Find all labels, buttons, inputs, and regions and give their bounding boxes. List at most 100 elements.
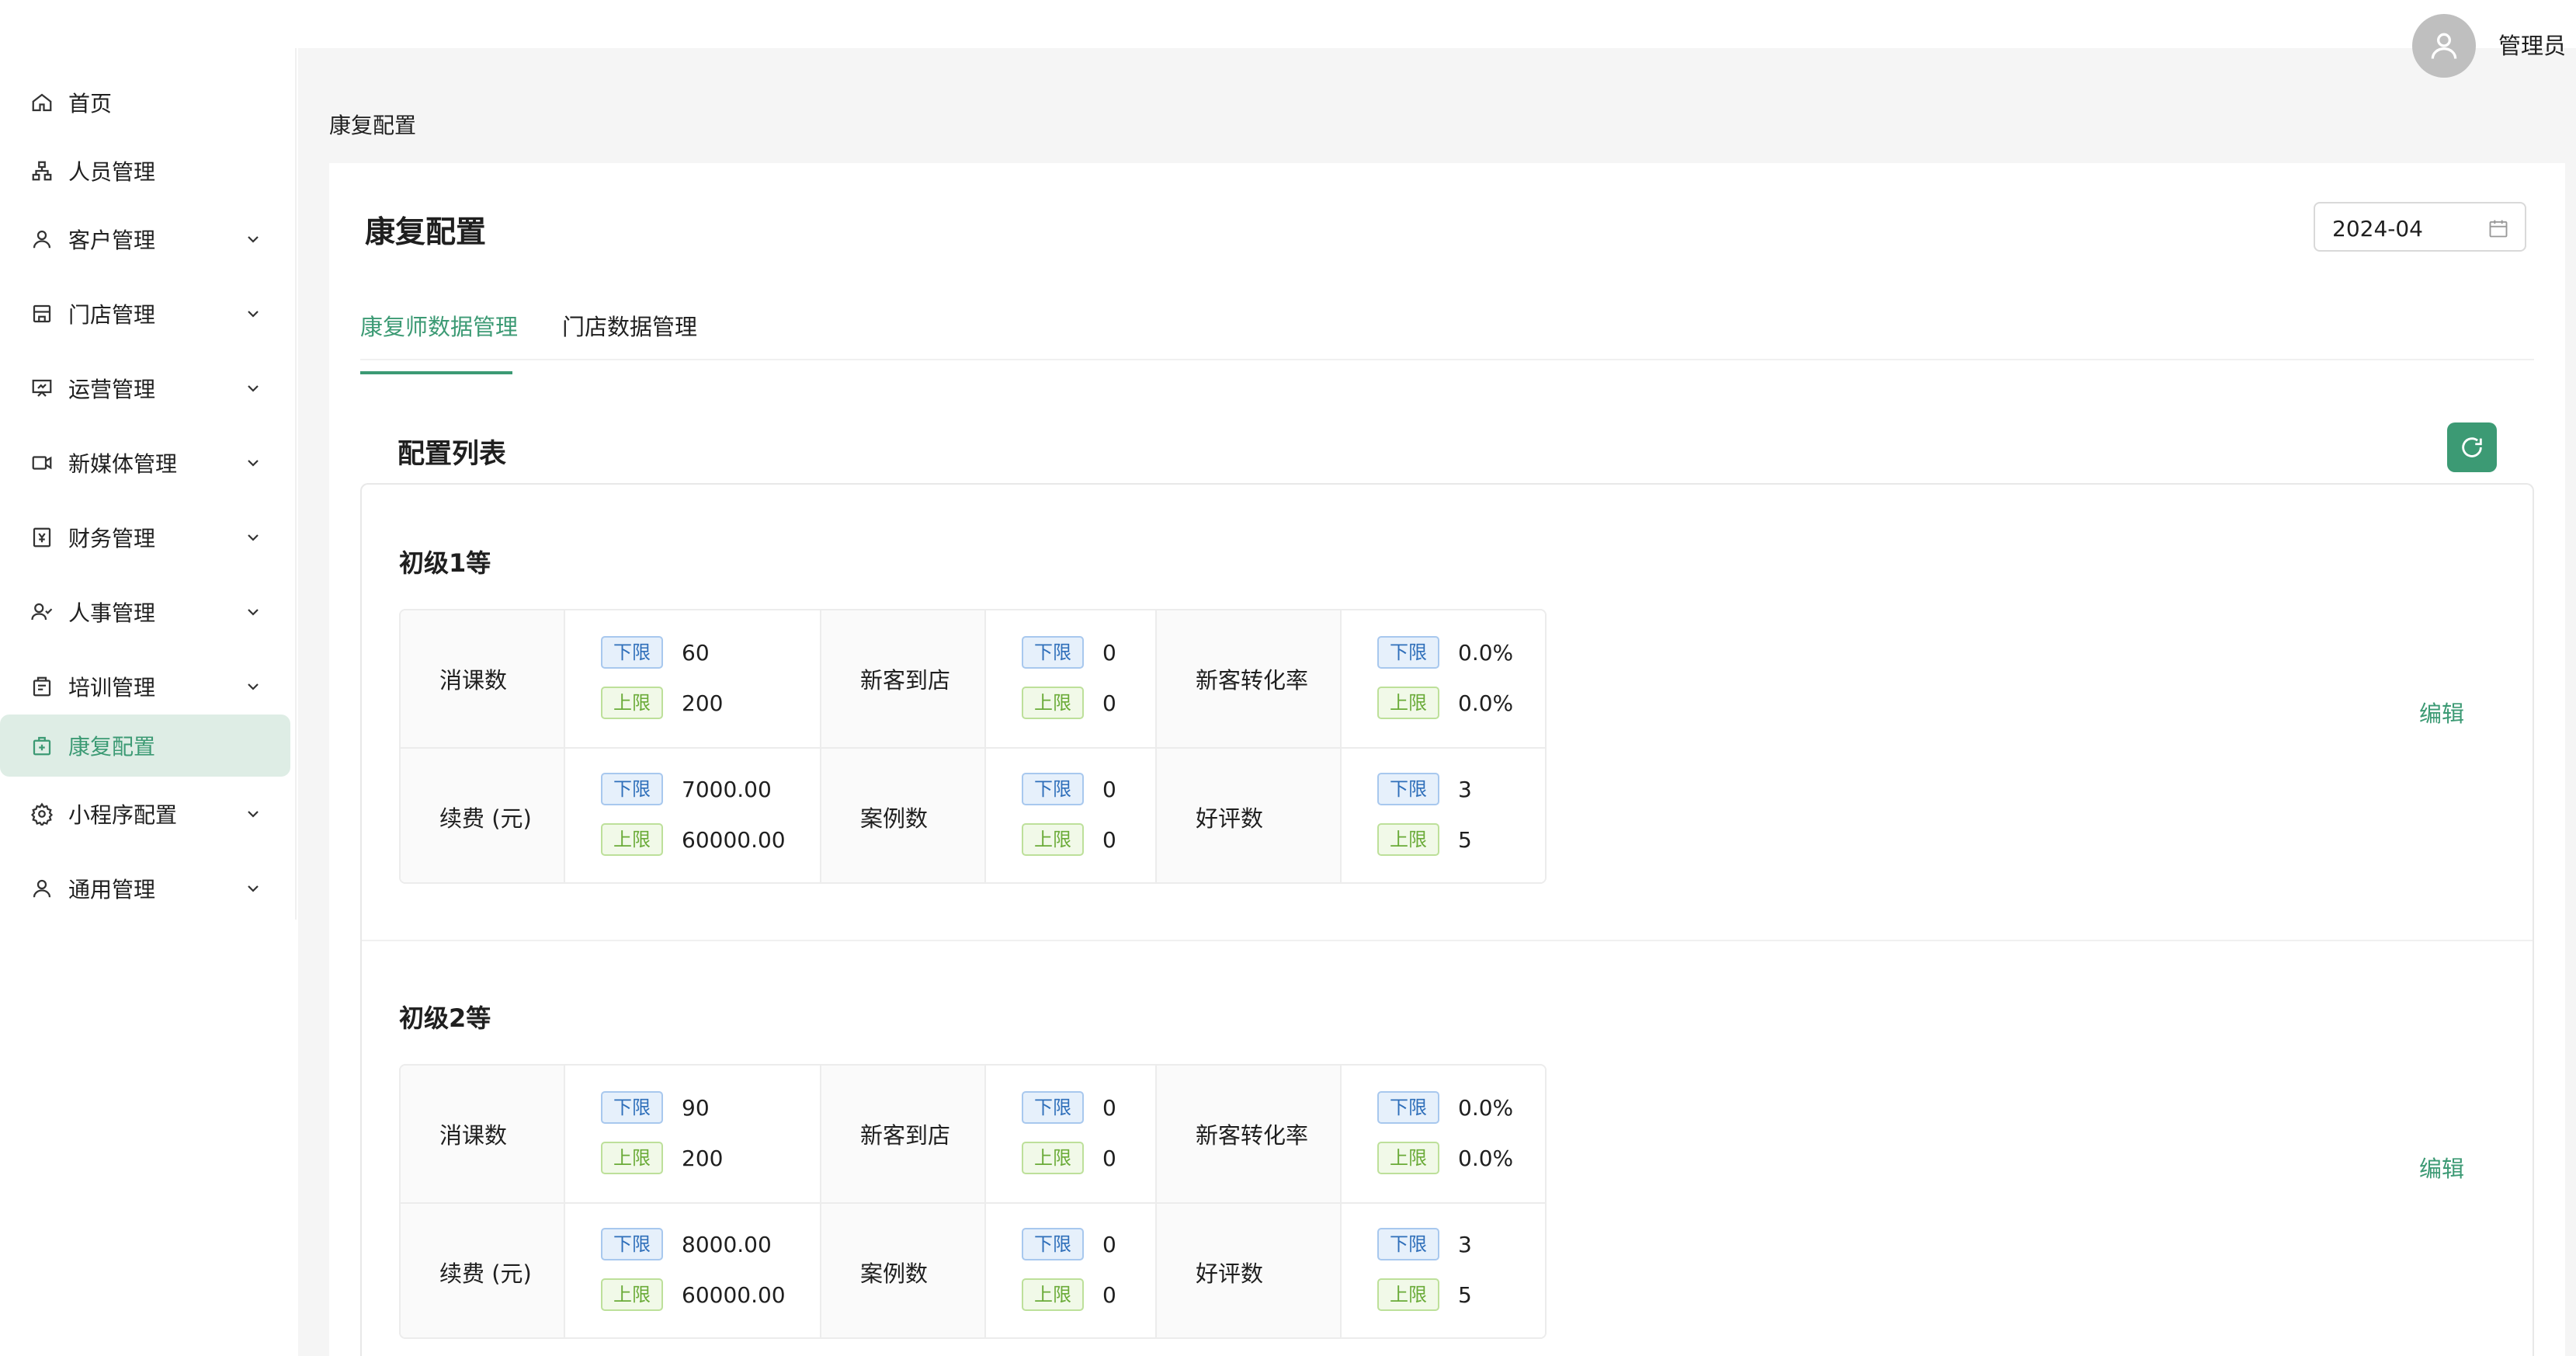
upper-limit-tag: 上限 [1377, 1142, 1439, 1174]
user-icon [30, 227, 54, 252]
upper-limit-tag: 上限 [1022, 1142, 1084, 1174]
sidebar-item-label: 人事管理 [68, 600, 156, 626]
calendar-icon [2487, 217, 2509, 239]
metric-value: 下限 0.0% 上限 0.0% [1342, 1066, 1545, 1202]
chevron-down-icon [242, 228, 264, 250]
presentation-icon [30, 376, 54, 401]
upper-limit-tag: 上限 [601, 1142, 663, 1174]
upper-limit-tag: 上限 [601, 687, 663, 719]
month-picker[interactable]: 2024-04 [2314, 202, 2526, 252]
people-icon [30, 600, 54, 624]
chevron-down-icon [242, 377, 264, 399]
training-icon [30, 674, 54, 699]
avatar[interactable] [2412, 14, 2476, 78]
metric-label: 续费 (元) [401, 1204, 565, 1337]
chevron-down-icon [242, 601, 264, 623]
group-divider [362, 940, 2533, 941]
upper-limit-tag: 上限 [1377, 823, 1439, 856]
sidebar-item-general[interactable]: 通用管理 [0, 857, 290, 920]
lower-limit-tag: 下限 [1022, 1228, 1084, 1260]
gear-icon [30, 801, 54, 826]
sidebar-item-label: 康复配置 [68, 734, 156, 760]
upper-limit-value: 60000.00 [682, 826, 786, 853]
metric-label: 好评数 [1157, 749, 1342, 882]
page-title: 康复配置 [365, 215, 487, 250]
sidebar-item-operations[interactable]: 运营管理 [0, 357, 290, 419]
lower-limit-tag: 下限 [601, 773, 663, 805]
sidebar-item-label: 新媒体管理 [68, 451, 178, 477]
chevron-down-icon [242, 676, 264, 697]
sidebar-item-label: 运营管理 [68, 377, 156, 402]
upper-limit-value: 0.0% [1458, 1145, 1514, 1171]
refresh-button[interactable] [2447, 422, 2497, 472]
lower-limit-tag: 下限 [1377, 1228, 1439, 1260]
sidebar-item-label: 财务管理 [68, 526, 156, 551]
upper-limit-value: 0.0% [1458, 690, 1514, 716]
video-icon [30, 450, 54, 475]
sidebar-item-training[interactable]: 培训管理 [0, 655, 290, 718]
sidebar-item-label: 通用管理 [68, 877, 156, 902]
tab-store-data[interactable]: 门店数据管理 [562, 309, 697, 360]
sidebar-item-home[interactable]: 首页 [0, 71, 290, 134]
upper-limit-value: 5 [1458, 1281, 1472, 1308]
lower-limit-value: 0 [1102, 1231, 1116, 1257]
sidebar-item-personnel[interactable]: 人员管理 [0, 140, 290, 202]
home-icon [30, 90, 54, 115]
tab-ink-bar [360, 371, 512, 374]
upper-limit-tag: 上限 [1022, 1278, 1084, 1311]
lower-limit-value: 0.0% [1458, 1094, 1514, 1121]
lower-limit-value: 0 [1102, 1094, 1116, 1121]
metric-value: 下限 90 上限 200 [565, 1066, 821, 1202]
metric-label: 新客转化率 [1157, 1066, 1342, 1202]
metric-label: 消课数 [401, 1066, 565, 1202]
metric-label: 新客转化率 [1157, 610, 1342, 747]
chevron-down-icon [242, 452, 264, 474]
lower-limit-tag: 下限 [1022, 773, 1084, 805]
lower-limit-value: 7000.00 [682, 776, 772, 802]
lower-limit-tag: 下限 [1022, 636, 1084, 669]
lower-limit-tag: 下限 [601, 1228, 663, 1260]
user-icon [30, 876, 54, 901]
upper-limit-value: 60000.00 [682, 1281, 786, 1308]
upper-limit-tag: 上限 [1377, 1278, 1439, 1311]
upper-limit-value: 200 [682, 1145, 724, 1171]
refresh-icon [2462, 437, 2482, 457]
tab-therapist-data[interactable]: 康复师数据管理 [360, 309, 518, 374]
sidebar-item-miniprogram[interactable]: 小程序配置 [0, 783, 290, 845]
sidebar-item-label: 门店管理 [68, 302, 156, 328]
metric-label: 案例数 [821, 749, 986, 882]
edit-link[interactable]: 编辑 [2419, 696, 2464, 728]
lower-limit-value: 90 [682, 1094, 710, 1121]
sidebar-item-stores[interactable]: 门店管理 [0, 283, 290, 345]
chevron-down-icon [242, 527, 264, 548]
edit-link[interactable]: 编辑 [2419, 1151, 2464, 1184]
upper-limit-tag: 上限 [1022, 687, 1084, 719]
upper-limit-value: 0 [1102, 1145, 1116, 1171]
sidebar: 首页 人员管理 客户管理 门店管理 运营管理 新媒体管理 财务管理 人事管理 培… [0, 48, 297, 920]
lower-limit-value: 60 [682, 639, 710, 666]
sidebar-item-finance[interactable]: 财务管理 [0, 506, 290, 568]
lower-limit-value: 8000.00 [682, 1231, 772, 1257]
rehab-icon [30, 733, 54, 758]
user-name[interactable]: 管理员 [2498, 28, 2566, 61]
chevron-down-icon [242, 303, 264, 325]
sidebar-item-rehab-config[interactable]: 康复配置 [0, 715, 290, 777]
metric-label: 续费 (元) [401, 749, 565, 882]
sidebar-item-label: 客户管理 [68, 228, 156, 253]
upper-limit-value: 0 [1102, 690, 1116, 716]
group-title: 初级2等 [399, 1003, 491, 1033]
sidebar-item-new-media[interactable]: 新媒体管理 [0, 432, 290, 494]
upper-limit-tag: 上限 [601, 823, 663, 856]
metric-label: 新客到店 [821, 610, 986, 747]
sidebar-item-customers[interactable]: 客户管理 [0, 208, 290, 270]
upper-limit-value: 0 [1102, 1281, 1116, 1308]
metric-value: 下限 3 上限 5 [1342, 1204, 1545, 1337]
upper-limit-value: 5 [1458, 826, 1472, 853]
sidebar-item-label: 首页 [68, 91, 113, 116]
metric-value: 下限 0 上限 0 [986, 610, 1157, 747]
sidebar-item-hr[interactable]: 人事管理 [0, 581, 290, 643]
lower-limit-tag: 下限 [1377, 636, 1439, 669]
lower-limit-value: 0 [1102, 639, 1116, 666]
chevron-down-icon [242, 803, 264, 825]
upper-limit-value: 0 [1102, 826, 1116, 853]
